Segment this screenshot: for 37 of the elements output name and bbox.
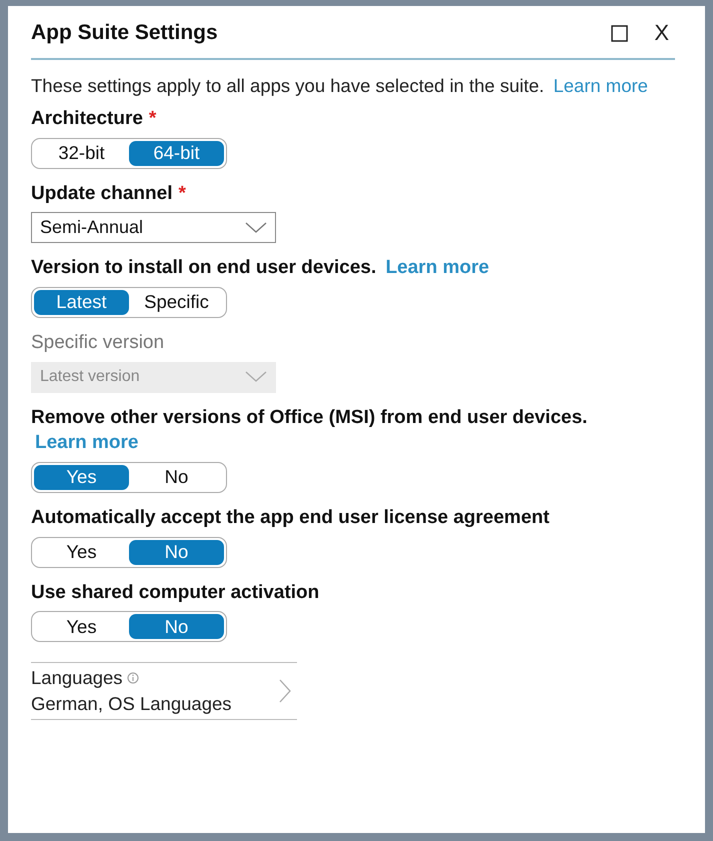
learn-more-link[interactable]: Learn more [382,257,490,278]
dropdown[interactable]: Semi-Annual [31,212,276,244]
toggle-option[interactable]: Yes [34,614,129,640]
languages-row[interactable]: Languages German, OS Languages [31,662,297,720]
languages-value: German, OS Languages [31,693,232,716]
window-title: App Suite Settings [31,21,219,45]
field-label: Automatically accept the app end user license agreement [31,506,550,530]
toggle-option[interactable]: No [129,540,224,565]
languages-label: Languages [31,667,123,690]
toggle-option[interactable]: No [129,614,224,640]
chevron-down-icon [245,371,267,384]
close-button[interactable]: X [648,20,675,46]
field-label: Specific version [31,330,164,355]
toggle-switch[interactable]: Yes No [31,536,227,568]
toggle-option[interactable]: No [129,464,224,490]
toggle-option[interactable]: 64-bit [129,140,224,166]
toggle-option[interactable]: Yes [34,540,129,565]
toggle-switch[interactable]: 32-bit 64-bit [31,138,227,169]
toggle-option[interactable]: Specific [129,290,224,315]
field-label: Update channel * [31,182,186,206]
chevron-right-icon [279,679,291,704]
toggle-switch[interactable]: Yes No [31,611,227,642]
learn-more-link[interactable]: Learn more [31,432,138,454]
maximize-icon[interactable] [611,24,628,42]
chevron-down-icon [245,222,267,234]
toggle-option[interactable]: 32-bit [34,140,129,166]
learn-more-link[interactable]: Learn more [549,75,648,96]
field-label: Architecture * [31,107,156,132]
field-label: Use shared computer activation [31,580,320,605]
toggle-switch[interactable]: Yes No [31,462,227,493]
toggle-option[interactable]: Latest [34,290,129,315]
field-label: Remove other versions of Office (MSI) from end user devices. Learn more [31,406,588,456]
info-icon [126,672,139,684]
field-label: Version to install on end user devices. Learn more [31,256,490,280]
intro-text: These settings apply to all apps you have selected in the suite. Learn more [31,74,649,98]
toggle-switch[interactable]: Latest Specific [31,286,227,318]
toggle-option[interactable]: Yes [34,464,129,490]
